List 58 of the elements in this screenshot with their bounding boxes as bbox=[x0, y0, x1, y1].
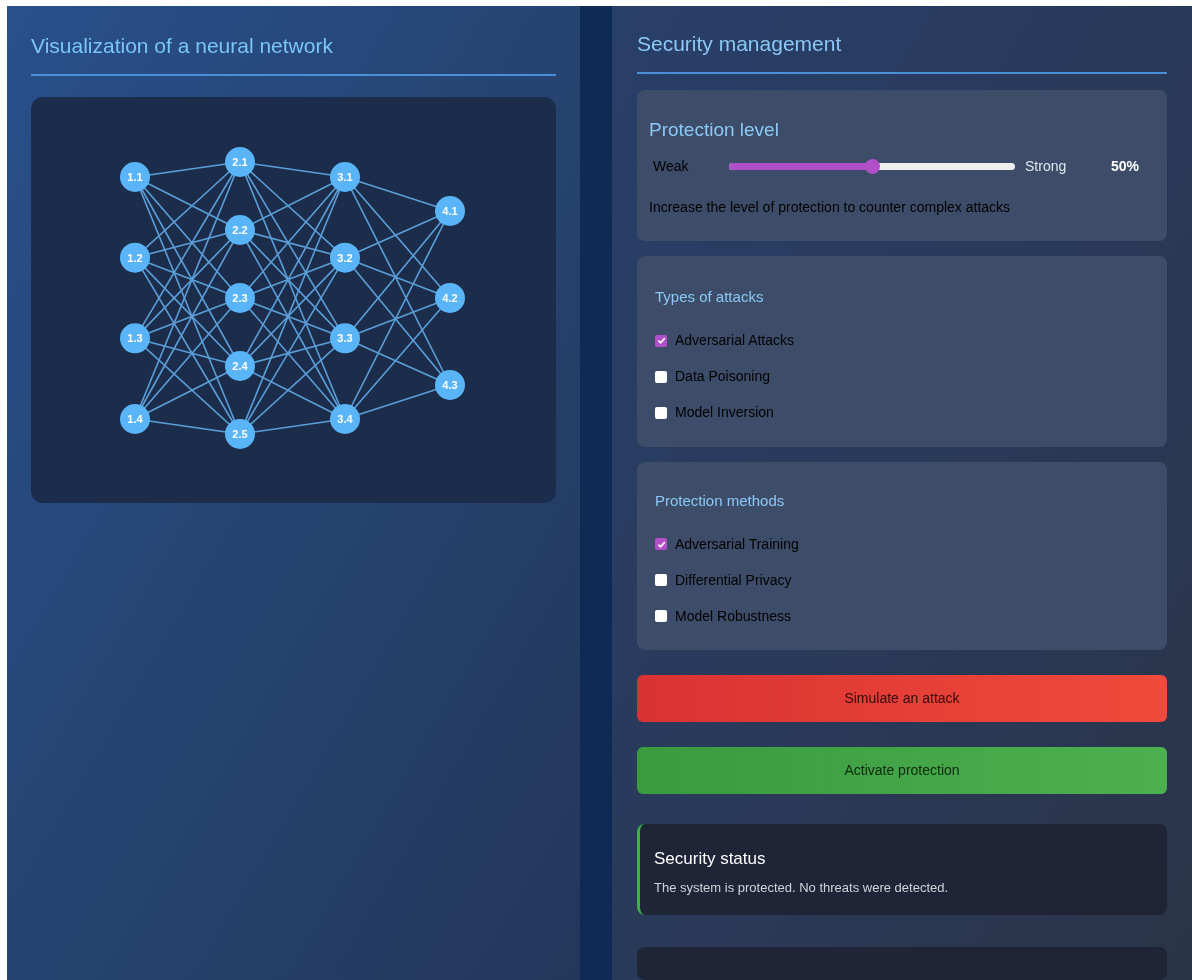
network-node bbox=[225, 350, 255, 381]
checkbox-label[interactable]: Adversarial Attacks bbox=[675, 330, 795, 351]
checkbox[interactable] bbox=[655, 610, 667, 622]
simulate-attack-button[interactable]: Simulate an attack bbox=[637, 675, 1167, 722]
checkbox[interactable] bbox=[655, 370, 667, 383]
network-node bbox=[120, 322, 150, 353]
node-label: 1.3 bbox=[127, 331, 143, 344]
checkbox-label[interactable]: Model Inversion bbox=[675, 402, 774, 423]
status-message: The system is protected. No threats were detected. bbox=[654, 878, 950, 897]
network-node bbox=[120, 161, 150, 192]
node-label: 3.2 bbox=[337, 251, 353, 264]
node-label: 2.1 bbox=[232, 155, 248, 168]
network-node bbox=[225, 418, 255, 449]
network-node bbox=[120, 242, 150, 273]
level-reading: 50% bbox=[1111, 157, 1140, 176]
node-label: 2.3 bbox=[232, 291, 248, 304]
node-label: 4.1 bbox=[442, 204, 458, 217]
node-label: 3.1 bbox=[337, 170, 353, 183]
node-label: 2.4 bbox=[232, 359, 248, 372]
node-label: 3.4 bbox=[337, 412, 353, 425]
node-label: 1.4 bbox=[127, 412, 143, 425]
card-title: Protection methods bbox=[655, 490, 786, 511]
node-label: 4.3 bbox=[442, 378, 458, 391]
node-label: 2.5 bbox=[232, 427, 248, 440]
network-node bbox=[225, 214, 255, 245]
checkbox[interactable] bbox=[655, 574, 667, 586]
hint-text: Increase the level of protection to counter complex attacks bbox=[649, 198, 1012, 217]
checkbox[interactable] bbox=[655, 406, 667, 419]
network-node bbox=[330, 322, 360, 353]
checkbox-label[interactable]: Data Poisoning bbox=[675, 366, 770, 387]
network-node bbox=[435, 369, 465, 400]
network-node bbox=[225, 282, 255, 313]
network-node bbox=[120, 403, 150, 434]
network-node bbox=[330, 161, 360, 192]
checkbox[interactable] bbox=[655, 334, 667, 347]
card-title: Protection level bbox=[649, 117, 780, 142]
slider-max-label: Strong bbox=[1025, 157, 1068, 176]
checkbox-label[interactable]: Differential Privacy bbox=[675, 569, 792, 591]
node-label: 4.2 bbox=[442, 291, 458, 304]
activate-protection-button[interactable]: Activate protection bbox=[637, 747, 1167, 794]
node-label: 2.2 bbox=[232, 223, 248, 236]
panel-title: Visualization of a neural network bbox=[31, 30, 556, 76]
node-label: 3.3 bbox=[337, 331, 353, 344]
node-label: 1.2 bbox=[127, 251, 143, 264]
card-title: Types of attacks bbox=[655, 287, 765, 307]
network-node bbox=[435, 195, 465, 226]
slider-thumb[interactable] bbox=[865, 159, 880, 174]
checkbox-label[interactable]: Model Robustness bbox=[675, 605, 791, 627]
slider-min-label: Weak bbox=[652, 157, 690, 176]
checkbox[interactable] bbox=[655, 538, 667, 550]
network-node bbox=[435, 282, 465, 313]
panel-title: Security management bbox=[637, 28, 1167, 74]
status-title: Security status bbox=[654, 848, 767, 870]
node-label: 1.1 bbox=[127, 170, 143, 183]
network-node bbox=[330, 242, 360, 273]
network-node bbox=[225, 146, 255, 177]
network-node bbox=[330, 403, 360, 434]
checkbox-label[interactable]: Adversarial Training bbox=[675, 533, 799, 555]
